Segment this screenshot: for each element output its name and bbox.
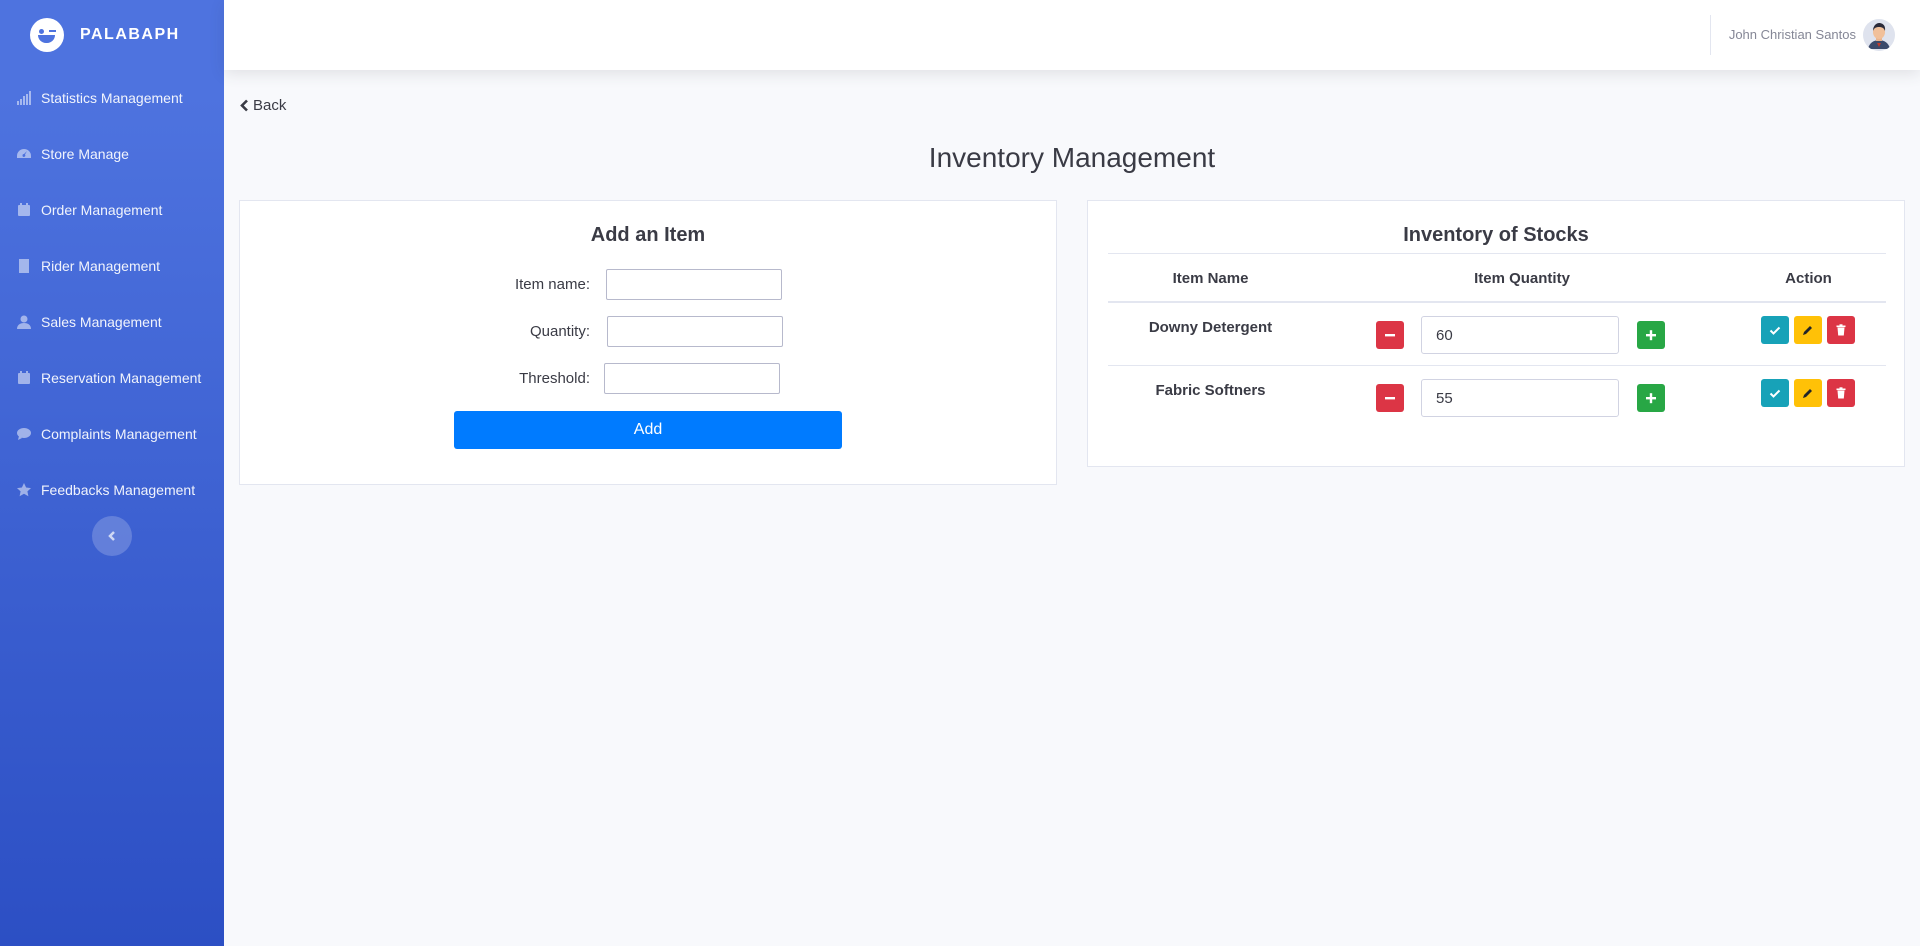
brand-name: PALABAPH <box>80 26 180 43</box>
add-item-title: Add an Item <box>590 224 706 246</box>
calendar-icon <box>17 371 31 385</box>
delete-item-button[interactable] <box>1827 316 1855 344</box>
decrease-quantity-button[interactable] <box>1376 321 1404 349</box>
bar-chart-icon <box>17 91 31 105</box>
plus-icon <box>1646 393 1656 404</box>
sidebar-item-complaints[interactable]: Complaints Management <box>0 406 224 462</box>
sidebar-toggle-button[interactable] <box>92 516 132 556</box>
dashboard-gauge-icon <box>17 147 31 161</box>
item-name-cell: Fabric Softners <box>1155 382 1266 399</box>
sidebar-item-label: Sales Management <box>41 314 162 330</box>
save-item-button[interactable] <box>1761 379 1789 407</box>
delete-item-button[interactable] <box>1827 379 1855 407</box>
back-label: Back <box>253 97 287 114</box>
sidebar-item-label: Reservation Management <box>41 370 202 386</box>
minus-icon <box>1385 397 1395 400</box>
threshold-row: Threshold: <box>512 363 780 394</box>
item-name-label: Item name: <box>514 276 590 293</box>
sidebar-nav: Statistics Management Store Manage Order… <box>0 70 224 518</box>
item-name-row: Item name: <box>512 269 782 300</box>
check-icon <box>1769 326 1781 335</box>
add-item-card: Add an Item Item name: Quantity: Thresho… <box>239 200 1057 485</box>
sidebar-item-reservations[interactable]: Reservation Management <box>0 350 224 406</box>
quantity-label: Quantity: <box>529 323 590 340</box>
save-item-button[interactable] <box>1761 316 1789 344</box>
sidebar-item-label: Feedbacks Management <box>41 482 196 498</box>
avatar[interactable] <box>1863 19 1895 51</box>
column-header-item-quantity: Item Quantity <box>1474 270 1570 287</box>
sidebar-item-store[interactable]: Store Manage <box>0 126 224 182</box>
item-name-input[interactable] <box>606 269 782 300</box>
table-header: Item Name Item Quantity Action <box>1108 253 1886 303</box>
topbar-divider <box>1710 15 1711 55</box>
quantity-field[interactable] <box>1421 379 1619 417</box>
chevron-left-icon <box>240 99 248 112</box>
inventory-table: Item Name Item Quantity Action Downy Det… <box>1108 253 1886 429</box>
table-row: Fabric Softners <box>1108 366 1886 429</box>
sidebar-item-riders[interactable]: Rider Management <box>0 238 224 294</box>
sidebar-item-feedbacks[interactable]: Feedbacks Management <box>0 462 224 518</box>
page-title: Inventory Management <box>928 142 1216 173</box>
comment-icon <box>17 427 31 441</box>
pencil-icon <box>1803 326 1812 335</box>
increase-quantity-button[interactable] <box>1637 321 1665 349</box>
sidebar-item-label: Complaints Management <box>41 426 197 442</box>
brand[interactable]: PALABAPH <box>0 0 224 70</box>
quantity-input[interactable] <box>607 316 783 347</box>
column-header-action: Action <box>1785 270 1832 287</box>
sidebar-item-statistics[interactable]: Statistics Management <box>0 70 224 126</box>
sidebar-item-label: Rider Management <box>41 258 161 274</box>
edit-item-button[interactable] <box>1794 379 1822 407</box>
plus-icon <box>1646 330 1656 341</box>
sidebar-item-label: Statistics Management <box>41 90 183 106</box>
star-icon <box>17 483 31 497</box>
threshold-input[interactable] <box>604 363 780 394</box>
topbar: John Christian Santos <box>224 0 1920 70</box>
inventory-card: Inventory of Stocks Item Name Item Quant… <box>1087 200 1905 467</box>
quantity-field[interactable] <box>1421 316 1619 354</box>
chevron-left-icon <box>108 531 115 541</box>
item-name-cell: Downy Detergent <box>1148 319 1273 336</box>
threshold-label: Threshold: <box>519 370 590 387</box>
sidebar: PALABAPH Statistics Management Store Man… <box>0 0 224 946</box>
increase-quantity-button[interactable] <box>1637 384 1665 412</box>
user-avatar-icon <box>1863 19 1895 51</box>
check-icon <box>1769 389 1781 398</box>
minus-icon <box>1385 334 1395 337</box>
trash-icon <box>1836 324 1846 336</box>
building-icon <box>17 259 31 273</box>
sidebar-item-orders[interactable]: Order Management <box>0 182 224 238</box>
inventory-title: Inventory of Stocks <box>1403 224 1589 246</box>
add-button[interactable]: Add <box>454 411 842 449</box>
edit-item-button[interactable] <box>1794 316 1822 344</box>
quantity-row: Quantity: <box>512 316 783 347</box>
user-name[interactable]: John Christian Santos <box>1729 27 1856 42</box>
sidebar-item-label: Order Management <box>41 202 163 218</box>
table-row: Downy Detergent <box>1108 303 1886 366</box>
sidebar-item-label: Store Manage <box>41 146 129 162</box>
winking-face-logo-icon <box>30 18 64 52</box>
column-header-item-name: Item Name <box>1172 270 1249 287</box>
pencil-icon <box>1803 389 1812 398</box>
trash-icon <box>1836 387 1846 399</box>
back-link[interactable]: Back <box>240 97 286 114</box>
user-icon <box>17 315 31 329</box>
decrease-quantity-button[interactable] <box>1376 384 1404 412</box>
calendar-icon <box>17 203 31 217</box>
sidebar-item-sales[interactable]: Sales Management <box>0 294 224 350</box>
